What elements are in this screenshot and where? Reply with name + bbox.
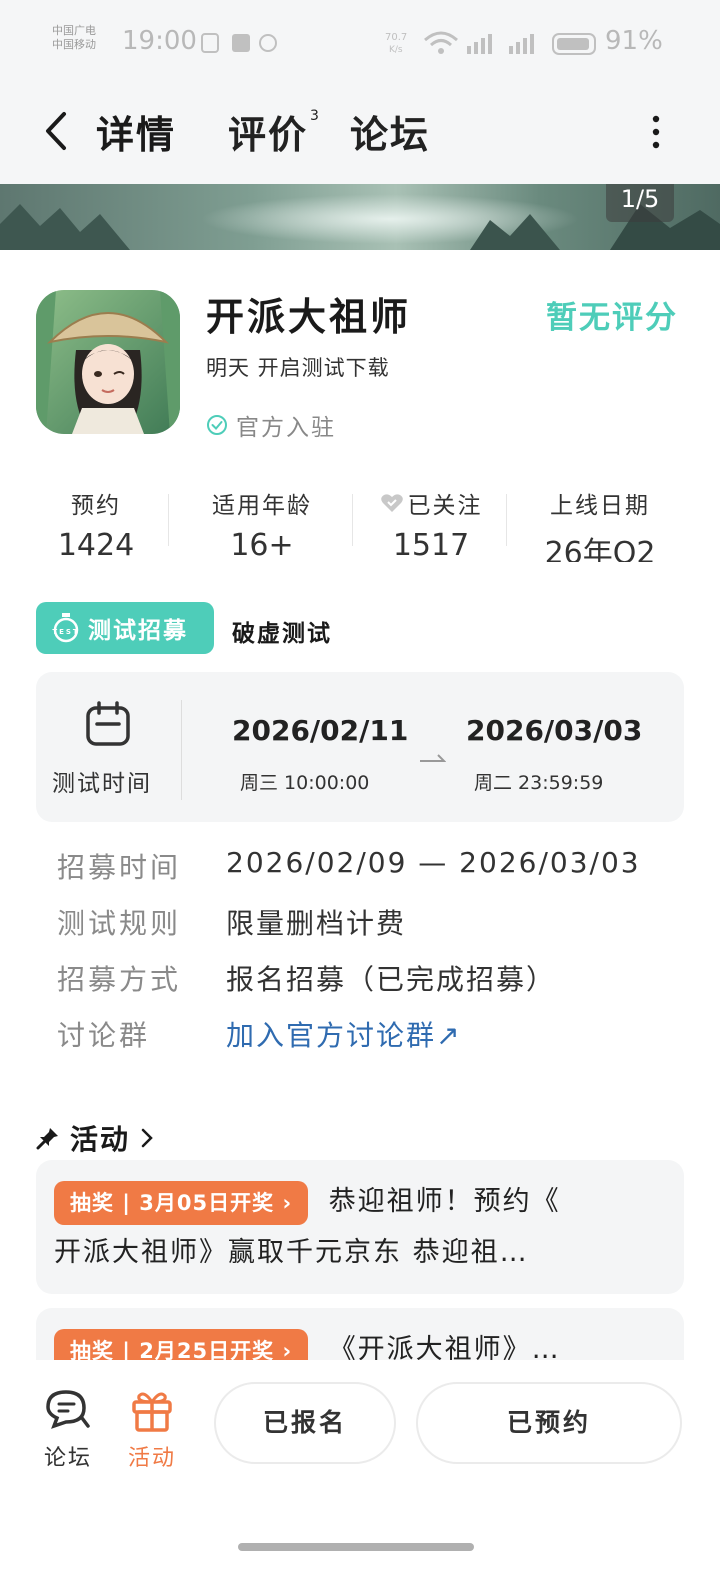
stat-value-follow: 1517 (392, 528, 470, 562)
clock: 19:00 (122, 26, 197, 56)
image-pager: 1/5 (606, 184, 674, 222)
battery-percentage: 91% (605, 26, 663, 56)
bottom-activity-button[interactable]: 活动 (122, 1388, 182, 1472)
review-count-badge: 3 (310, 108, 321, 125)
test-end-time: 周二 23:59:59 (474, 772, 604, 794)
stat-label-reservations: 预约 (71, 493, 121, 519)
status-icons-right: 70.7 K/s (385, 28, 600, 62)
signed-up-button[interactable]: 已报名 (214, 1382, 396, 1464)
app-subtitle: 明天 开启测试下载 (206, 356, 390, 380)
test-name: 破虚测试 (232, 621, 332, 647)
stat-divider (352, 494, 353, 546)
activity-text-line1: 恭迎祖师！预约《 (328, 1186, 561, 1217)
test-time-label: 测试时间 (52, 771, 152, 797)
test-start-time: 周三 10:00:00 (240, 772, 370, 794)
forum-chat-icon (46, 1390, 90, 1429)
test-badge-label: 测试招募 (88, 618, 188, 644)
info-label-discussion-group: 讨论群 (57, 1019, 151, 1052)
back-icon[interactable] (38, 108, 78, 154)
tab-forum[interactable]: 论坛 (350, 104, 430, 159)
stat-divider (506, 494, 507, 546)
official-label: 官方入驻 (236, 415, 336, 441)
stat-label-age: 适用年龄 (212, 493, 312, 519)
pin-icon (36, 1128, 58, 1150)
info-label-recruit-method: 招募方式 (57, 963, 182, 996)
test-timer-icon: TEST (52, 613, 79, 643)
chevron-right-icon (141, 1128, 153, 1148)
tab-forum-label: 论坛 (350, 113, 431, 157)
stat-label-follow-text: 已关注 (407, 493, 483, 519)
tab-review[interactable]: 评价 3 (228, 104, 321, 159)
verified-check-icon (207, 415, 227, 435)
status-icons-left (200, 32, 280, 58)
tab-review-label: 评价 (228, 113, 309, 157)
stat-value-reservations: 1424 (57, 528, 135, 562)
info-value-recruit-method: 报名招募（已完成招募） (226, 963, 557, 996)
info-label-recruit-time: 招募时间 (57, 851, 182, 884)
bottom-activity-label: 活动 (127, 1446, 176, 1471)
svg-text:70.7: 70.7 (385, 32, 407, 43)
activity-card-content: 抽奖 | 3月05日开奖 › 恭迎祖师！预约《 开派大祖师》赢取千元京东 恭迎祖… (54, 1178, 674, 1280)
tab-detail-label: 详情 (96, 113, 177, 157)
info-label-test-rules: 测试规则 (57, 907, 182, 940)
rating-text[interactable]: 暂无评分 (546, 292, 678, 337)
join-group-link[interactable]: 加入官方讨论群↗ (226, 1014, 461, 1054)
more-menu-icon[interactable] (650, 114, 662, 150)
carrier-2: 中国移动 (52, 38, 96, 51)
stat-value-age: 16+ (230, 528, 294, 562)
date-range-arrow-icon (420, 748, 447, 762)
carrier-1: 中国广电 (52, 24, 96, 37)
stat-divider (168, 494, 169, 546)
activity-title: 活动 (70, 1123, 131, 1156)
stat-label-launch-date: 上线日期 (550, 493, 650, 519)
svg-text:K/s: K/s (389, 45, 403, 55)
gift-icon (132, 1392, 172, 1432)
test-time-card (36, 672, 684, 822)
stat-label-follow[interactable]: 已关注 (372, 486, 490, 520)
tab-detail[interactable]: 详情 (92, 104, 181, 159)
bottom-forum-label: 论坛 (43, 1446, 92, 1471)
carrier-text: 中国广电 中国移动 (52, 24, 96, 52)
heart-check-icon (380, 494, 403, 512)
test-recruit-badge: TEST 测试招募 (36, 602, 214, 654)
lottery-tag[interactable]: 抽奖 | 3月05日开奖 › (54, 1181, 309, 1225)
test-start-date: 2026/02/11 (232, 714, 409, 747)
official-badge: 官方入驻 (206, 408, 336, 442)
card-divider (181, 700, 182, 800)
activity-text-line2: 开派大祖师》赢取千元京东 恭迎祖… (54, 1237, 529, 1268)
app-name: 开派大祖师 (206, 295, 412, 339)
test-end-date: 2026/03/03 (466, 714, 643, 747)
stat-value-launch-date: 26年Q2 (544, 536, 656, 562)
svg-text:TEST: TEST (52, 628, 79, 636)
bottom-forum-button[interactable]: 论坛 (38, 1388, 98, 1472)
home-indicator[interactable] (238, 1543, 474, 1551)
info-value-recruit-time: 2026/02/09 — 2026/03/03 (226, 846, 641, 879)
reserved-button[interactable]: 已预约 (416, 1382, 682, 1464)
app-icon (36, 290, 180, 434)
calendar-icon (84, 700, 132, 748)
info-value-test-rules: 限量删档计费 (226, 907, 407, 940)
activity-section-header[interactable]: 活动 (36, 1118, 154, 1158)
